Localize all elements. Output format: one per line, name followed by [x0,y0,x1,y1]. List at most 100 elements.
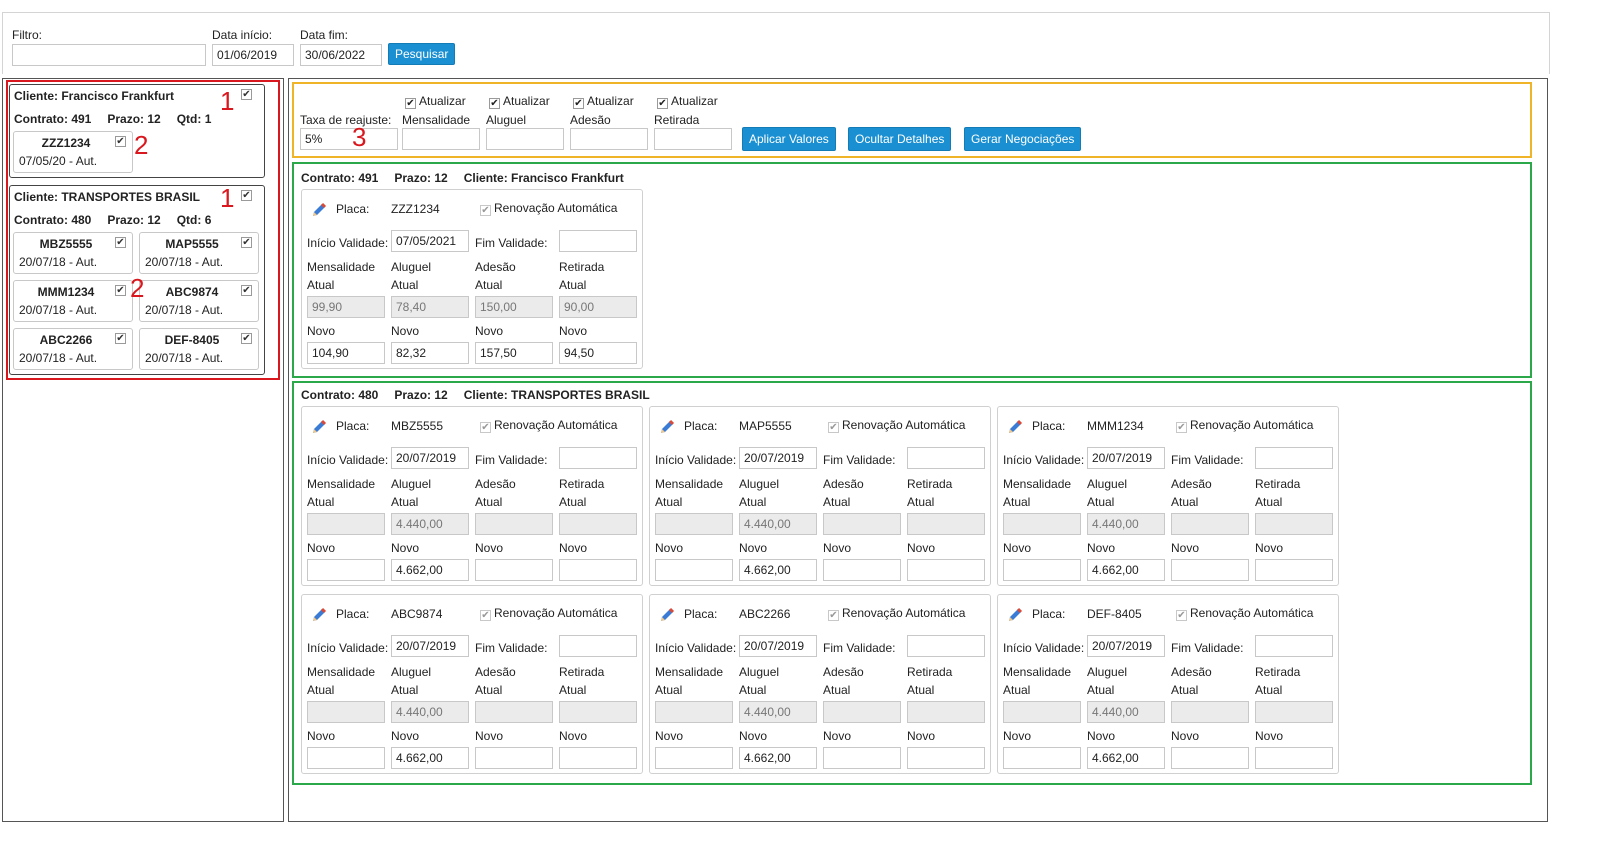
pencil-icon[interactable] [1006,606,1024,624]
mensalidade-novo-input[interactable] [307,559,385,581]
plate-card[interactable]: ABC2266 20/07/18 - Aut. ✔ [13,328,133,370]
adesao-atual-input[interactable] [823,513,901,535]
renovacao-automatica-checkbox[interactable]: ✔ Renovação Automática [1176,418,1313,433]
atualizar-aluguel[interactable]: ✔ Atualizar [489,94,550,109]
checkbox-checked-icon[interactable]: ✔ [828,610,839,621]
aluguel-input[interactable] [486,128,564,150]
data-inicio-input[interactable] [212,44,294,66]
pencil-icon[interactable] [658,606,676,624]
pencil-icon[interactable] [310,606,328,624]
plate-card[interactable]: DEF-8405 20/07/18 - Aut. ✔ [139,328,259,370]
checkbox-checked-icon[interactable]: ✔ [480,422,491,433]
inicio-validade-input[interactable] [391,447,469,469]
retirada-novo-input[interactable] [907,747,985,769]
mensalidade-atual-input[interactable] [655,513,733,535]
renovacao-automatica-checkbox[interactable]: ✔ Renovação Automática [1176,606,1313,621]
inicio-validade-input[interactable] [391,635,469,657]
checkbox-checked-icon[interactable]: ✔ [241,285,252,296]
aluguel-novo-input[interactable] [391,342,469,364]
adesao-atual-input[interactable] [823,701,901,723]
adesao-novo-input[interactable] [823,747,901,769]
aluguel-atual-input[interactable] [1087,513,1165,535]
retirada-atual-input[interactable] [559,701,637,723]
data-fim-input[interactable] [300,44,382,66]
checkbox-checked-icon[interactable]: ✔ [241,333,252,344]
adesao-atual-input[interactable] [1171,513,1249,535]
aluguel-atual-input[interactable] [1087,701,1165,723]
mensalidade-novo-input[interactable] [655,747,733,769]
aluguel-atual-input[interactable] [391,513,469,535]
retirada-novo-input[interactable] [1255,559,1333,581]
adesao-atual-input[interactable] [475,296,553,318]
plate-card[interactable]: MMM1234 20/07/18 - Aut. ✔ [13,280,133,322]
inicio-validade-input[interactable] [391,230,469,252]
aluguel-atual-input[interactable] [739,513,817,535]
checkbox-checked-icon[interactable]: ✔ [405,98,416,109]
mensalidade-novo-input[interactable] [1003,747,1081,769]
retirada-novo-input[interactable] [559,747,637,769]
checkbox-checked-icon[interactable]: ✔ [1176,610,1187,621]
pencil-icon[interactable] [310,418,328,436]
mensalidade-atual-input[interactable] [307,701,385,723]
renovacao-automatica-checkbox[interactable]: ✔ Renovação Automática [480,418,617,433]
adesao-novo-input[interactable] [1171,747,1249,769]
checkbox-checked-icon[interactable]: ✔ [115,237,126,248]
checkbox-checked-icon[interactable]: ✔ [828,422,839,433]
adesao-input[interactable] [570,128,648,150]
retirada-atual-input[interactable] [1255,701,1333,723]
adesao-novo-input[interactable] [1171,559,1249,581]
checkbox-checked-icon[interactable]: ✔ [241,237,252,248]
retirada-atual-input[interactable] [559,296,637,318]
retirada-atual-input[interactable] [907,513,985,535]
checkbox-checked-icon[interactable]: ✔ [115,285,126,296]
checkbox-checked-icon[interactable]: ✔ [115,136,126,147]
inicio-validade-input[interactable] [739,635,817,657]
aluguel-novo-input[interactable] [1087,747,1165,769]
retirada-novo-input[interactable] [559,559,637,581]
fim-validade-input[interactable] [907,447,985,469]
checkbox-checked-icon[interactable]: ✔ [1176,422,1187,433]
renovacao-automatica-checkbox[interactable]: ✔ Renovação Automática [828,418,965,433]
checkbox-checked-icon[interactable]: ✔ [115,333,126,344]
mensalidade-novo-input[interactable] [307,342,385,364]
retirada-novo-input[interactable] [907,559,985,581]
mensalidade-atual-input[interactable] [307,513,385,535]
fim-validade-input[interactable] [559,447,637,469]
atualizar-adesao[interactable]: ✔ Atualizar [573,94,634,109]
fim-validade-input[interactable] [559,230,637,252]
checkbox-checked-icon[interactable]: ✔ [657,98,668,109]
inicio-validade-input[interactable] [1087,447,1165,469]
aluguel-atual-input[interactable] [391,296,469,318]
fim-validade-input[interactable] [559,635,637,657]
pencil-icon[interactable] [1006,418,1024,436]
checkbox-checked-icon[interactable]: ✔ [480,205,491,216]
adesao-atual-input[interactable] [475,513,553,535]
adesao-novo-input[interactable] [475,747,553,769]
taxa-input[interactable] [300,128,398,150]
retirada-novo-input[interactable] [1255,747,1333,769]
aluguel-novo-input[interactable] [391,559,469,581]
checkbox-checked-icon[interactable]: ✔ [573,98,584,109]
aluguel-atual-input[interactable] [391,701,469,723]
checkbox-checked-icon[interactable]: ✔ [489,98,500,109]
retirada-novo-input[interactable] [559,342,637,364]
retirada-input[interactable] [654,128,732,150]
aluguel-novo-input[interactable] [739,747,817,769]
aluguel-novo-input[interactable] [739,559,817,581]
gerar-negociacoes-button[interactable]: Gerar Negociações [964,127,1082,151]
mensalidade-novo-input[interactable] [1003,559,1081,581]
mensalidade-atual-input[interactable] [655,701,733,723]
adesao-atual-input[interactable] [475,701,553,723]
checkbox-checked-icon[interactable]: ✔ [480,610,491,621]
filtro-input[interactable] [12,44,206,66]
mensalidade-input[interactable] [402,128,480,150]
aluguel-atual-input[interactable] [739,701,817,723]
aluguel-novo-input[interactable] [1087,559,1165,581]
mensalidade-atual-input[interactable] [307,296,385,318]
mensalidade-atual-input[interactable] [1003,513,1081,535]
renovacao-automatica-checkbox[interactable]: ✔ Renovação Automática [828,606,965,621]
pencil-icon[interactable] [658,418,676,436]
adesao-novo-input[interactable] [475,559,553,581]
renovacao-automatica-checkbox[interactable]: ✔ Renovação Automática [480,606,617,621]
pencil-icon[interactable] [310,201,328,219]
